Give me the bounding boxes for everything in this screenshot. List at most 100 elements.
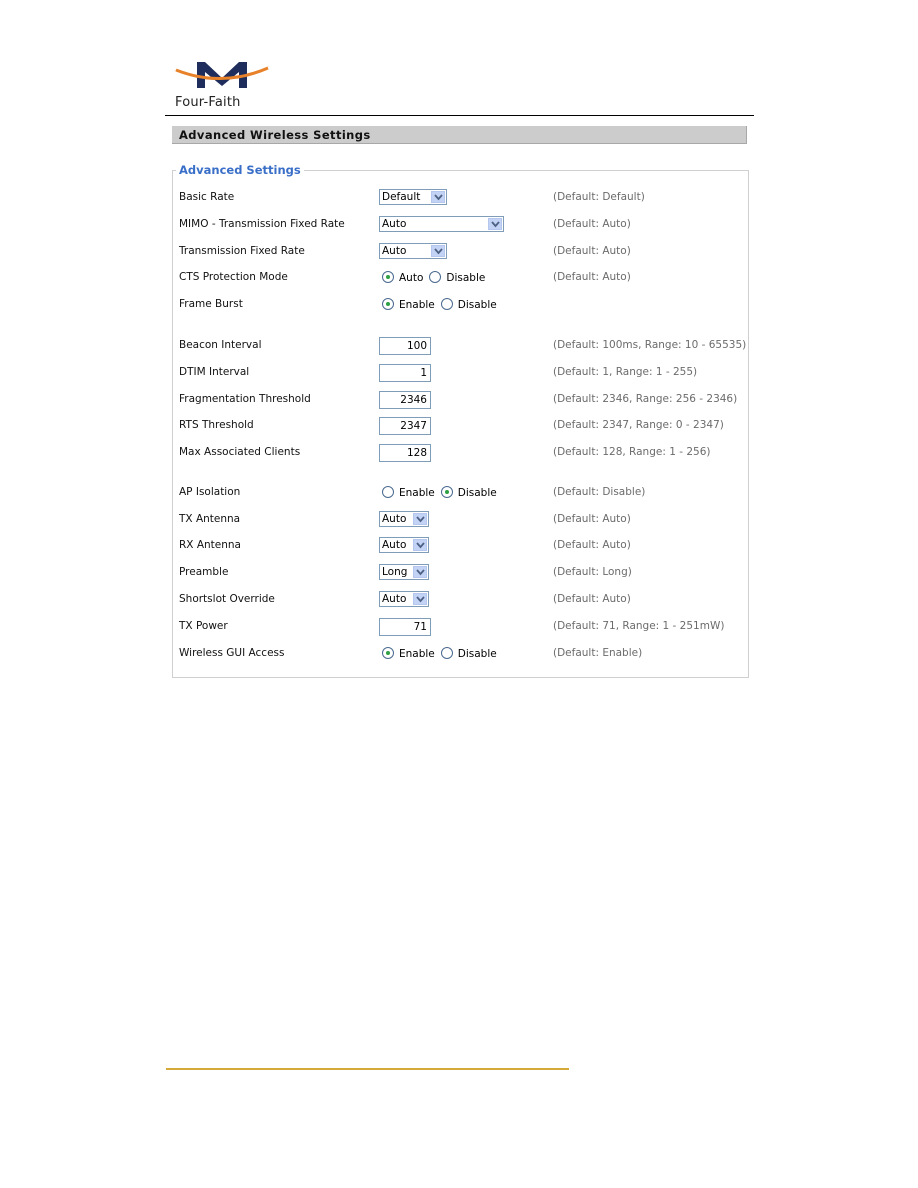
brand-name: Four-Faith <box>175 95 241 110</box>
setting-row-tx-antenna: TX Antenna Auto (Default: Auto) <box>179 511 749 531</box>
beacon-interval-label: Beacon Interval <box>179 339 262 351</box>
header-divider <box>165 115 754 116</box>
preamble-select-value: Long <box>382 566 408 578</box>
mimo-transmission-fixed-rate-control: Auto <box>379 216 504 234</box>
chevron-down-icon[interactable] <box>413 593 427 605</box>
chevron-down-icon[interactable] <box>413 539 427 551</box>
preamble-default-hint: (Default: Long) <box>553 566 632 578</box>
tx-power-input[interactable]: 71 <box>379 618 431 636</box>
ap-isolation-radio-disable[interactable] <box>440 486 453 498</box>
basic-rate-select-value: Default <box>382 191 421 203</box>
cts-protection-mode-default-hint: (Default: Auto) <box>553 271 631 283</box>
tx-antenna-select-value: Auto <box>382 513 407 525</box>
rx-antenna-select[interactable]: Auto <box>379 537 429 553</box>
rts-threshold-default-hint: (Default: 2347, Range: 0 - 2347) <box>553 419 724 431</box>
tx-power-control: 71 <box>379 618 431 636</box>
section-title: Advanced Wireless Settings <box>172 126 747 144</box>
setting-row-wireless-gui-access: Wireless GUI Access Enable Disable (Default… <box>179 645 749 665</box>
setting-row-beacon-interval: Beacon Interval 100 (Default: 100ms, Range… <box>179 337 749 357</box>
shortslot-override-default-hint: (Default: Auto) <box>553 593 631 605</box>
cts-protection-mode-control: Auto Disable <box>382 271 491 289</box>
rts-threshold-label: RTS Threshold <box>179 419 254 431</box>
max-associated-clients-default-hint: (Default: 128, Range: 1 - 256) <box>553 446 711 458</box>
tx-antenna-default-hint: (Default: Auto) <box>553 513 631 525</box>
chevron-down-icon[interactable] <box>488 218 502 230</box>
tx-power-default-hint: (Default: 71, Range: 1 - 251mW) <box>553 620 725 632</box>
shortslot-override-control: Auto <box>379 591 429 609</box>
rx-antenna-default-hint: (Default: Auto) <box>553 539 631 551</box>
rts-threshold-control: 2347 <box>379 417 431 435</box>
chevron-down-icon[interactable] <box>431 191 445 203</box>
cts-protection-mode-radio-disable-label[interactable]: Disable <box>446 272 485 284</box>
fieldset-legend: Advanced Settings <box>176 163 304 177</box>
setting-row-ap-isolation: AP Isolation Enable Disable (Default: Disab… <box>179 484 749 504</box>
tx-antenna-select[interactable]: Auto <box>379 511 429 527</box>
dtim-interval-label: DTIM Interval <box>179 366 250 378</box>
wireless-gui-access-default-hint: (Default: Enable) <box>553 647 643 659</box>
dtim-interval-control: 1 <box>379 364 431 382</box>
setting-row-mimo-transmission-fixed-rate: MIMO - Transmission Fixed Rate Auto (Def… <box>179 216 749 236</box>
cts-protection-mode-radio-disable[interactable] <box>429 271 442 283</box>
wireless-gui-access-label: Wireless GUI Access <box>179 647 285 659</box>
wireless-gui-access-control: Enable Disable <box>382 647 503 665</box>
mimo-transmission-fixed-rate-select-value: Auto <box>382 218 407 230</box>
tx-power-label: TX Power <box>179 620 228 632</box>
transmission-fixed-rate-control: Auto <box>379 243 447 261</box>
ap-isolation-radio-disable-label[interactable]: Disable <box>458 487 497 499</box>
max-associated-clients-input[interactable]: 128 <box>379 444 431 462</box>
preamble-control: Long <box>379 564 429 582</box>
fragmentation-threshold-label: Fragmentation Threshold <box>179 393 311 405</box>
shortslot-override-select-value: Auto <box>382 593 407 605</box>
setting-row-transmission-fixed-rate: Transmission Fixed Rate Auto (Default: A… <box>179 243 749 263</box>
wireless-gui-access-radio-enable[interactable] <box>382 647 394 659</box>
rx-antenna-control: Auto <box>379 537 429 555</box>
beacon-interval-input[interactable]: 100 <box>379 337 431 355</box>
cts-protection-mode-radio-auto[interactable] <box>382 271 394 283</box>
ap-isolation-default-hint: (Default: Disable) <box>553 486 646 498</box>
fragmentation-threshold-control: 2346 <box>379 391 431 409</box>
ap-isolation-control: Enable Disable <box>382 486 503 504</box>
frame-burst-radio-enable[interactable] <box>382 298 394 310</box>
ap-isolation-radio-enable-label[interactable]: Enable <box>399 487 435 499</box>
frame-burst-radio-disable-label[interactable]: Disable <box>458 299 497 311</box>
wireless-gui-access-radio-disable-label[interactable]: Disable <box>458 648 497 660</box>
tx-antenna-control: Auto <box>379 511 429 529</box>
chevron-down-icon[interactable] <box>413 513 427 525</box>
fragmentation-threshold-default-hint: (Default: 2346, Range: 256 - 2346) <box>553 393 738 405</box>
transmission-fixed-rate-select[interactable]: Auto <box>379 243 447 259</box>
footer-divider <box>166 1068 569 1070</box>
setting-row-max-associated-clients: Max Associated Clients 128 (Default: 128, … <box>179 444 749 464</box>
setting-row-cts-protection-mode: CTS Protection Mode Auto Disable (Default: … <box>179 269 749 289</box>
frame-burst-radio-disable[interactable] <box>440 298 453 310</box>
mimo-transmission-fixed-rate-default-hint: (Default: Auto) <box>553 218 631 230</box>
setting-row-preamble: Preamble Long (Default: Long) <box>179 564 749 584</box>
max-associated-clients-control: 128 <box>379 444 431 462</box>
setting-row-frame-burst: Frame Burst Enable Disable <box>179 296 749 316</box>
preamble-label: Preamble <box>179 566 229 578</box>
setting-row-fragmentation-threshold: Fragmentation Threshold 2346 (Default: 234… <box>179 391 749 411</box>
frame-burst-radio-enable-label[interactable]: Enable <box>399 299 435 311</box>
preamble-select[interactable]: Long <box>379 564 429 580</box>
fragmentation-threshold-input[interactable]: 2346 <box>379 391 431 409</box>
ap-isolation-label: AP Isolation <box>179 486 241 498</box>
max-associated-clients-label: Max Associated Clients <box>179 446 301 458</box>
basic-rate-default-hint: (Default: Default) <box>553 191 645 203</box>
basic-rate-label: Basic Rate <box>179 191 235 203</box>
shortslot-override-select[interactable]: Auto <box>379 591 429 607</box>
chevron-down-icon[interactable] <box>413 566 427 578</box>
chevron-down-icon[interactable] <box>431 245 445 257</box>
setting-row-dtim-interval: DTIM Interval 1 (Default: 1, Range: 1 - 25… <box>179 364 749 384</box>
mimo-transmission-fixed-rate-select[interactable]: Auto <box>379 216 504 232</box>
ap-isolation-radio-enable[interactable] <box>382 486 394 498</box>
dtim-interval-input[interactable]: 1 <box>379 364 431 382</box>
rts-threshold-input[interactable]: 2347 <box>379 417 431 435</box>
setting-row-basic-rate: Basic Rate Default (Default: Default) <box>179 189 749 209</box>
wireless-gui-access-radio-enable-label[interactable]: Enable <box>399 648 435 660</box>
tx-antenna-label: TX Antenna <box>179 513 241 525</box>
wireless-gui-access-radio-disable[interactable] <box>440 647 453 659</box>
cts-protection-mode-radio-auto-label[interactable]: Auto <box>399 272 423 284</box>
basic-rate-control: Default <box>379 189 447 207</box>
rx-antenna-label: RX Antenna <box>179 539 241 551</box>
dtim-interval-default-hint: (Default: 1, Range: 1 - 255) <box>553 366 698 378</box>
basic-rate-select[interactable]: Default <box>379 189 447 205</box>
